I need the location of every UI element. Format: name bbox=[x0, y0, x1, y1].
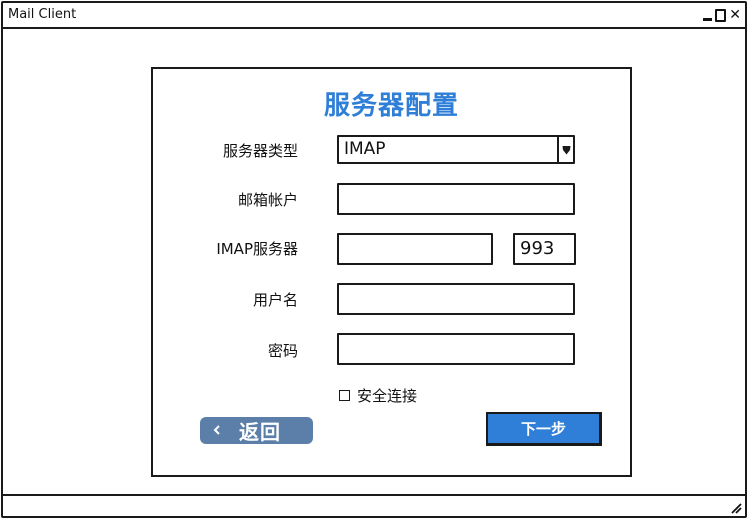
server-type-label: 服务器类型 bbox=[222, 142, 298, 160]
dropdown-arrow-icon[interactable] bbox=[557, 137, 573, 162]
password-label: 密码 bbox=[267, 342, 298, 360]
resize-grip-icon[interactable] bbox=[730, 502, 742, 514]
imap-server-input[interactable] bbox=[337, 233, 493, 265]
account-label: 邮箱帐户 bbox=[237, 191, 298, 209]
maximize-icon[interactable] bbox=[715, 8, 727, 22]
next-button-label: 下一步 bbox=[520, 420, 566, 438]
mail-client-window: Mail Client ✕ 服务器配置 服务器类型 IMAP 邮箱帐户 IMAP… bbox=[1, 1, 747, 518]
account-input[interactable] bbox=[337, 183, 575, 215]
back-button[interactable]: 返回 bbox=[200, 417, 313, 444]
page-title: 服务器配置 bbox=[323, 91, 459, 121]
imap-port-value: 993 bbox=[520, 238, 555, 259]
server-type-value: IMAP bbox=[344, 139, 386, 159]
chevron-left-icon bbox=[206, 423, 228, 439]
chevron-down-icon bbox=[562, 145, 570, 154]
status-bar bbox=[3, 494, 745, 516]
server-type-select[interactable]: IMAP bbox=[337, 135, 575, 164]
minimize-icon[interactable] bbox=[703, 17, 713, 21]
close-icon[interactable]: ✕ bbox=[729, 8, 741, 22]
secure-connection-label: 安全连接 bbox=[357, 387, 418, 405]
title-bar: Mail Client ✕ bbox=[3, 3, 745, 29]
server-config-panel: 服务器配置 服务器类型 IMAP 邮箱帐户 IMAP服务器 993 用户名 密码… bbox=[151, 67, 632, 477]
next-button[interactable]: 下一步 bbox=[486, 412, 602, 446]
password-input[interactable] bbox=[337, 333, 575, 365]
secure-connection-checkbox[interactable] bbox=[339, 390, 350, 401]
back-button-label: 返回 bbox=[239, 420, 281, 444]
window-title: Mail Client bbox=[8, 7, 77, 22]
secure-connection-option[interactable]: 安全连接 bbox=[339, 385, 417, 406]
imap-server-label: IMAP服务器 bbox=[216, 240, 298, 258]
username-input[interactable] bbox=[337, 283, 575, 315]
window-controls: ✕ bbox=[703, 6, 741, 24]
imap-port-input[interactable]: 993 bbox=[513, 233, 576, 265]
username-label: 用户名 bbox=[252, 291, 298, 309]
